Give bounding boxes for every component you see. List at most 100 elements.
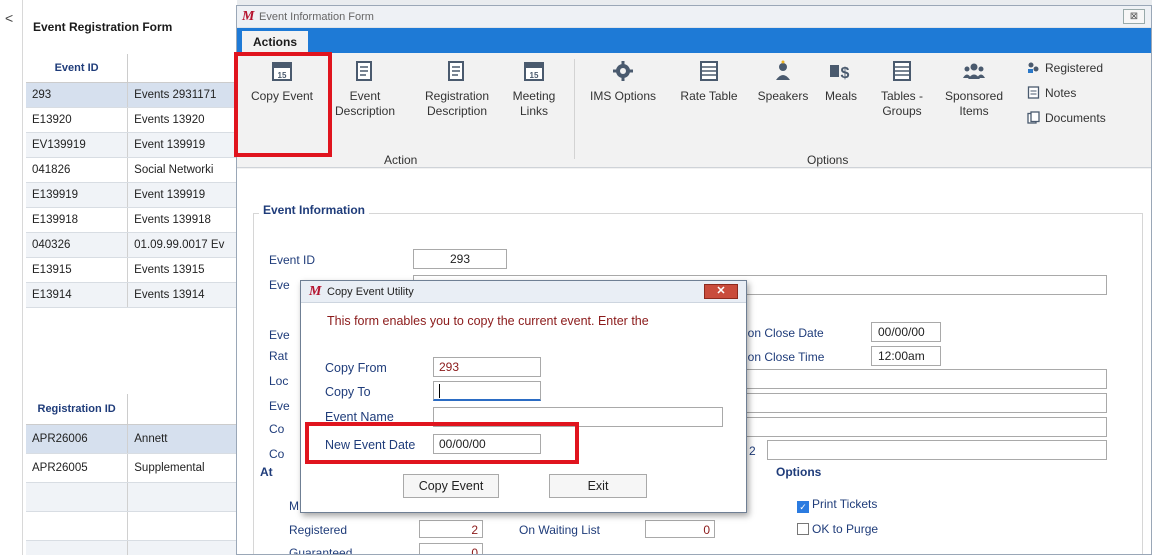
collapse-arrow-icon[interactable]: < (0, 0, 22, 555)
gear-icon (613, 61, 633, 81)
sponsored-items-button[interactable]: Sponsored Items (939, 59, 1009, 119)
table-row[interactable]: 040326 01.09.99.0017 Ev (26, 232, 246, 258)
contact-label-partial-2: Co (269, 447, 285, 461)
tables-groups-button[interactable]: Tables - Groups (872, 59, 932, 119)
checkbox-empty-icon (797, 523, 809, 535)
table-row[interactable]: E13920 Events 13920 (26, 107, 246, 133)
table-row[interactable] (26, 540, 246, 555)
ribbon-separator (574, 59, 575, 159)
meeting-links-button[interactable]: 15 Meeting Links (505, 59, 563, 119)
copy-to-field[interactable] (433, 381, 541, 401)
event-name-label: Eve (269, 278, 290, 292)
text-cursor (439, 384, 440, 398)
table-row[interactable] (26, 511, 246, 541)
event-id-header[interactable]: Event ID (26, 54, 129, 83)
event-label-partial: Eve (269, 328, 290, 342)
event-name-header[interactable] (127, 54, 246, 83)
table-row[interactable]: E139919 Event 139919 (26, 182, 246, 208)
table-row[interactable]: EV139919 Event 139919 (26, 132, 246, 158)
document-edit-icon (448, 61, 464, 81)
copy-from-label: Copy From (325, 361, 387, 375)
waiting-list-count[interactable]: 0 (645, 520, 715, 538)
contact-2-label: 2 (749, 444, 756, 458)
new-event-date-highlight (305, 422, 579, 464)
table-row[interactable] (26, 482, 246, 512)
menu-bar: Actions (237, 28, 1151, 53)
waiting-list-label: On Waiting List (519, 523, 600, 537)
window-close-icon[interactable]: ⊠ (1123, 9, 1145, 24)
registration-description-button[interactable]: Registration Description (417, 59, 497, 119)
guaranteed-label: Guaranteed (289, 546, 353, 555)
dialog-message: This form enables you to copy the curren… (327, 314, 649, 328)
document-edit-icon (356, 61, 372, 81)
attendance-label-partial: M (289, 499, 299, 513)
meals-button[interactable]: $ Meals (821, 59, 861, 104)
registered-users-icon (1028, 62, 1039, 73)
table-row[interactable]: APR26005 Supplemental (26, 453, 246, 483)
contact-label-partial: Co (269, 422, 285, 436)
svg-text:15: 15 (530, 71, 539, 80)
print-tickets-checkbox[interactable]: ✓ Print Tickets (797, 497, 877, 513)
ribbon: 15 Copy Event Event Description Registrat… (237, 53, 1151, 168)
contact-field[interactable] (743, 417, 1107, 437)
copy-to-label: Copy To (325, 385, 371, 399)
registration-id-header[interactable]: Registration ID (26, 394, 129, 425)
registered-count[interactable]: 2 (419, 520, 483, 538)
group-icon (963, 63, 985, 79)
table-row[interactable]: E13914 Events 13914 (26, 282, 246, 308)
registration-name-header[interactable] (127, 394, 246, 425)
rate-table-button[interactable]: Rate Table (675, 59, 743, 104)
dialog-titlebar: M Copy Event Utility ✕ (301, 281, 746, 303)
copy-event-button[interactable]: Copy Event (403, 474, 499, 498)
notes-button[interactable]: Notes (1027, 86, 1076, 100)
tab-actions[interactable]: Actions (242, 31, 308, 53)
calendar-icon: 15 (524, 62, 544, 81)
speaker-person-icon (776, 60, 790, 80)
table-row[interactable]: E139918 Events 139918 (26, 207, 246, 233)
event-id-label: Event ID (269, 253, 316, 267)
notes-icon (1027, 86, 1040, 99)
table-icon (893, 61, 911, 81)
options-group-label: Options (807, 153, 849, 167)
table-row[interactable]: 041826 Social Networki (26, 157, 246, 183)
event-id-field[interactable]: 293 (413, 249, 507, 269)
app-logo-icon: M (309, 284, 322, 299)
ok-to-purge-checkbox[interactable]: OK to Purge (797, 522, 878, 536)
speakers-button[interactable]: Speakers (752, 59, 814, 104)
window-titlebar: M Event Information Form ⊠ (237, 6, 1151, 28)
events-table: Event ID 293 Events 2931171 E13920 Events … (26, 54, 246, 308)
exit-button[interactable]: Exit (549, 474, 647, 498)
guaranteed-count[interactable]: 0 (419, 543, 483, 554)
registered-label: Registered (289, 523, 348, 537)
copy-event-utility-dialog: M Copy Event Utility ✕ This form enables… (300, 280, 747, 513)
copy-event-highlight (234, 52, 332, 157)
event-registration-title: Event Registration Form (33, 20, 173, 34)
app-logo-icon: M (242, 9, 255, 24)
documents-button[interactable]: Documents (1027, 111, 1106, 125)
dialog-close-icon[interactable]: ✕ (704, 284, 738, 299)
event-information-legend: Event Information (259, 203, 370, 217)
table-row[interactable]: APR26006 Annett (26, 424, 246, 454)
event-field-3[interactable] (743, 393, 1107, 413)
documents-icon (1027, 111, 1040, 124)
registered-button[interactable]: Registered (1027, 61, 1103, 75)
table-row[interactable]: 293 Events 2931171 (26, 82, 246, 108)
registration-close-time-field[interactable]: 12:00am (871, 346, 941, 366)
registration-close-date-field[interactable]: 00/00/00 (871, 322, 941, 342)
registrations-table: Registration ID APR26006 Annett APR26005 S… (26, 394, 246, 555)
copy-from-field[interactable]: 293 (433, 357, 541, 377)
rate-label-partial: Rat (269, 349, 288, 363)
table-row[interactable]: E13915 Events 13915 (26, 257, 246, 283)
location-field[interactable] (743, 369, 1107, 389)
dialog-title: Copy Event Utility (327, 286, 414, 298)
checkmark-icon: ✓ (797, 501, 809, 513)
meals-price-icon: $ (830, 65, 850, 82)
attendance-legend: At (257, 465, 276, 479)
ims-options-button[interactable]: IMS Options (583, 59, 663, 104)
table-icon (700, 61, 718, 81)
svg-text:$: $ (841, 65, 850, 82)
location-label-partial: Loc (269, 374, 289, 388)
options-legend: Options (773, 465, 825, 479)
contact-field-2[interactable] (767, 440, 1107, 460)
event-description-button[interactable]: Event Description (329, 59, 401, 119)
